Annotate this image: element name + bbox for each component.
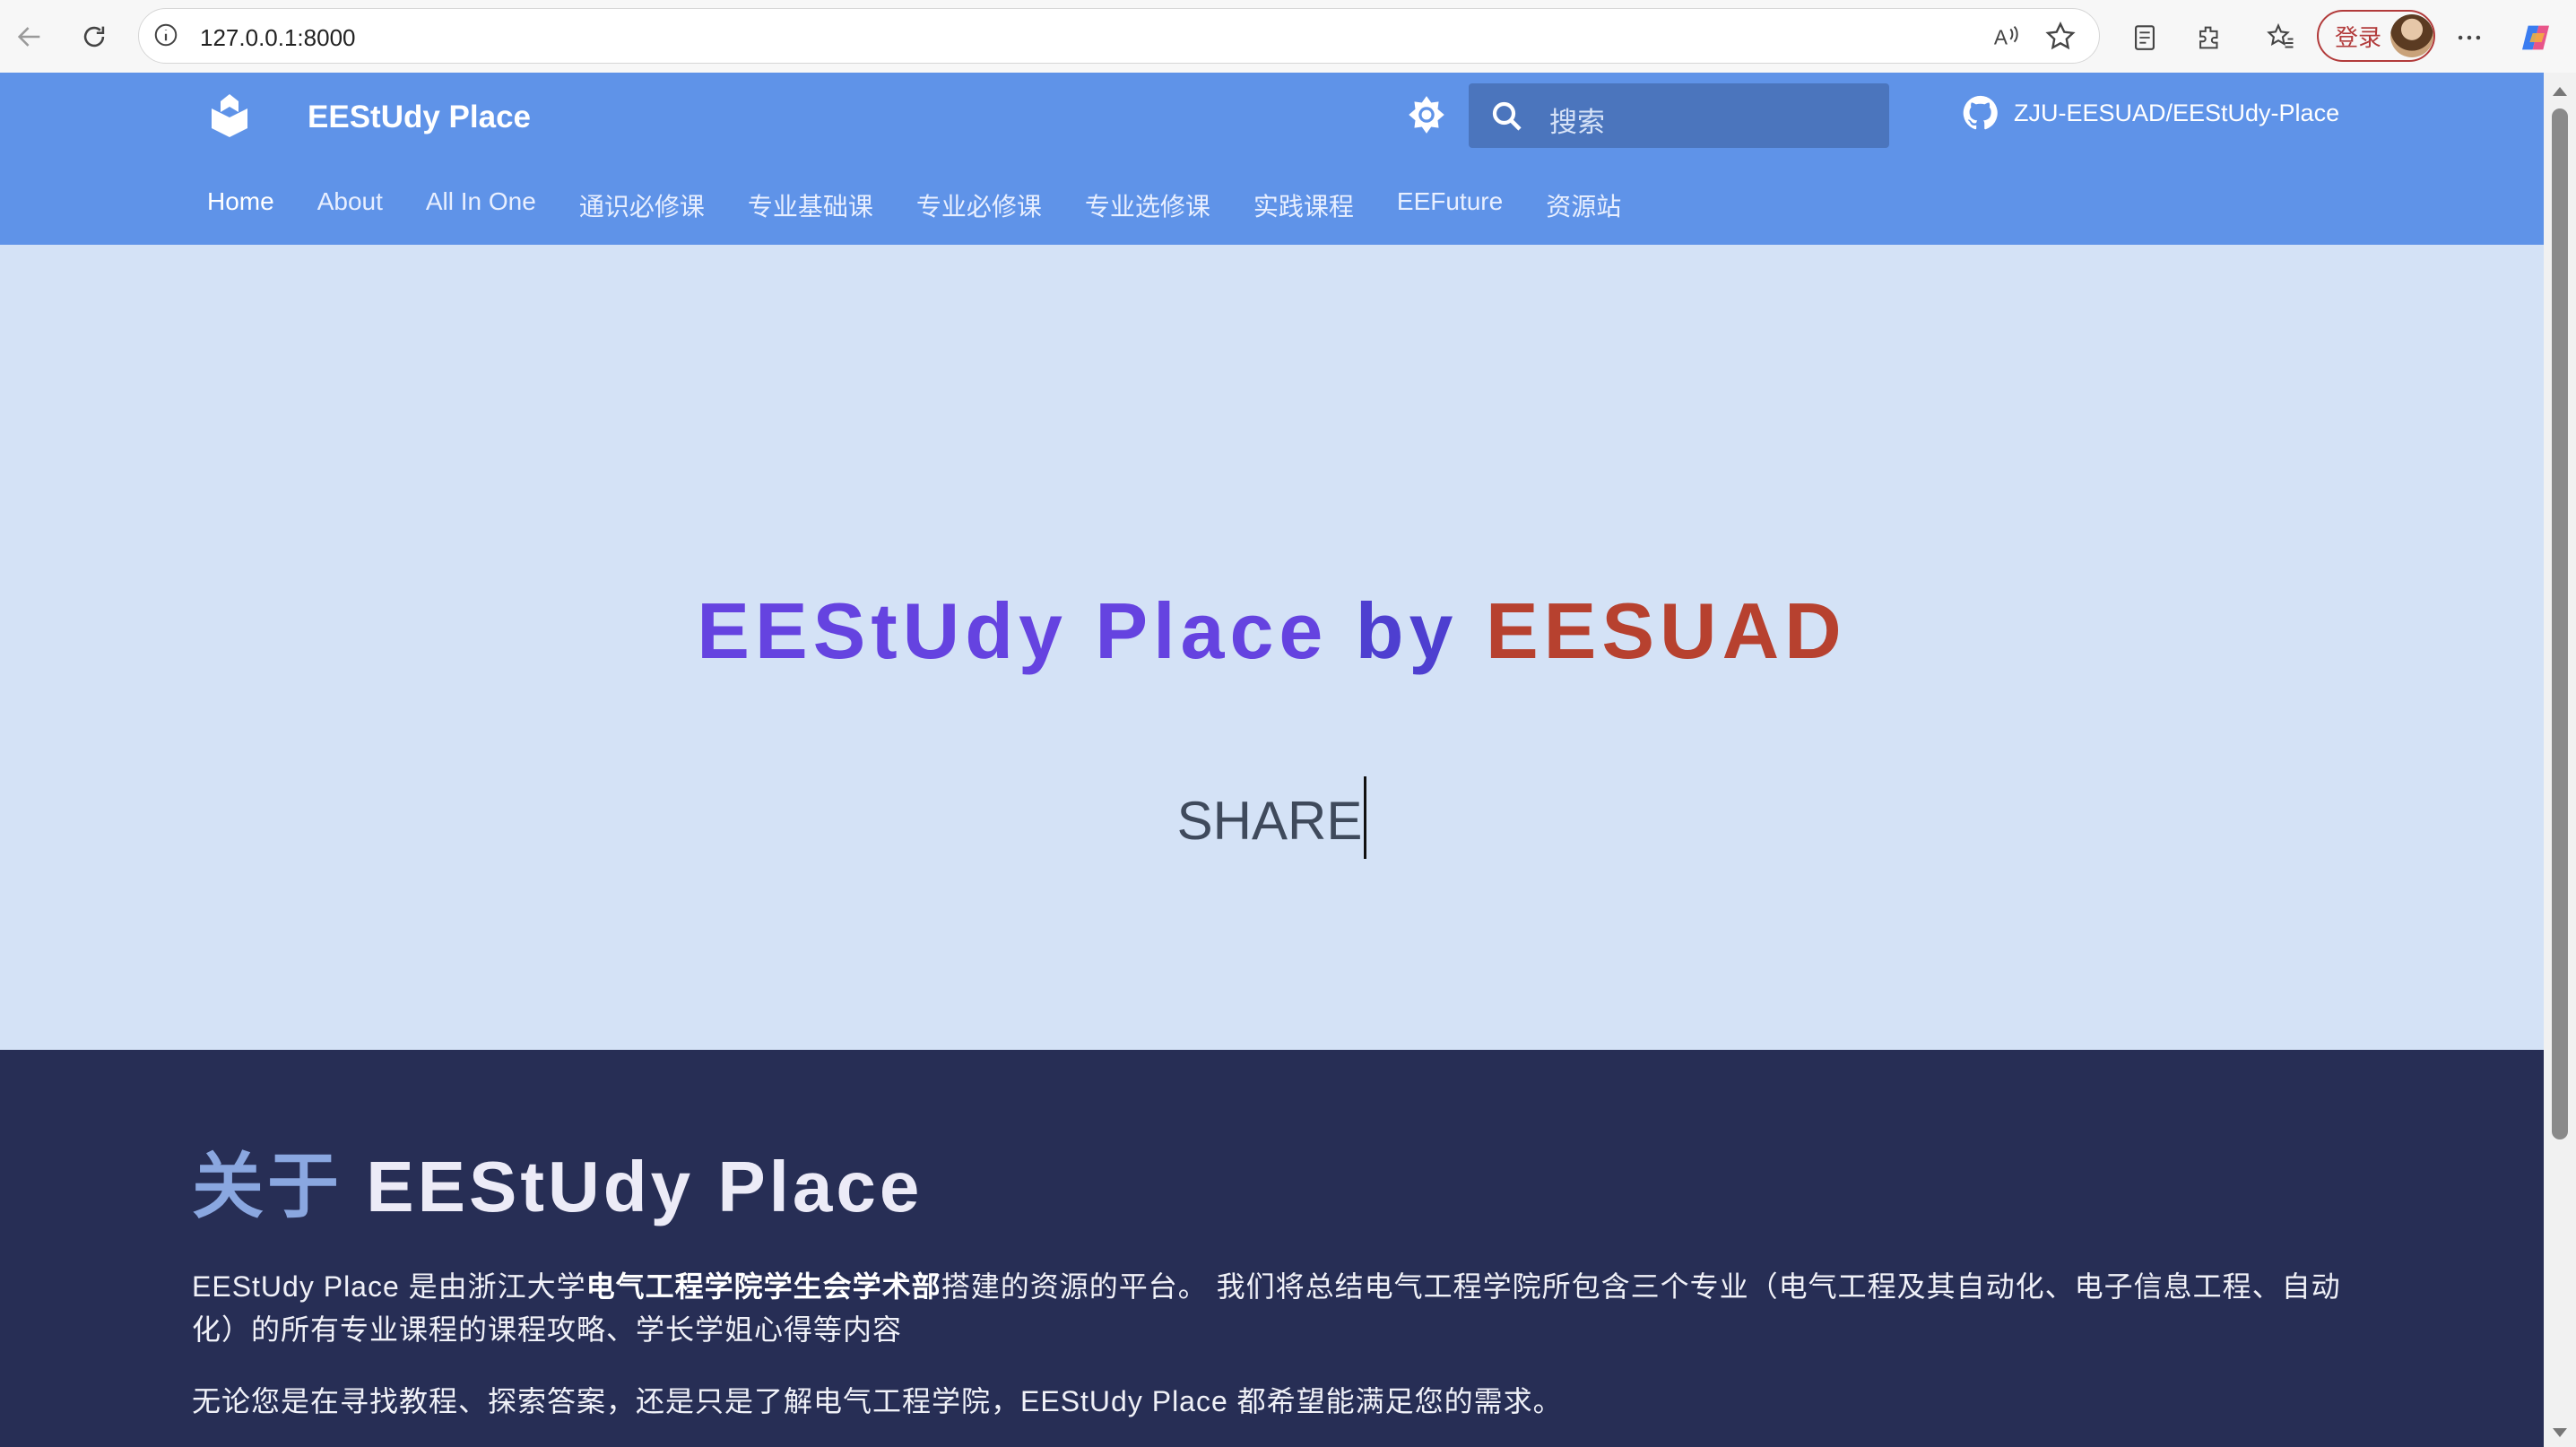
- hero-title-org: EESUAD: [1485, 586, 1847, 675]
- reload-button[interactable]: [72, 14, 117, 59]
- login-label: 登录: [2335, 23, 2382, 51]
- tab-home[interactable]: Home: [207, 187, 274, 223]
- scrollbar-thumb[interactable]: [2552, 108, 2568, 1139]
- search-icon: [1492, 101, 1522, 131]
- typed-word: SHARE: [1176, 790, 1363, 851]
- more-menu-icon[interactable]: [2451, 20, 2487, 56]
- about-heading: 关于 EEStUdy Place: [192, 1129, 923, 1233]
- book-logo-icon[interactable]: [208, 91, 251, 143]
- scroll-up-arrow[interactable]: [2553, 87, 2567, 96]
- hero-title-site: EEStUdy Place: [697, 586, 1329, 675]
- github-icon: [1963, 95, 1998, 130]
- tab-major-basic[interactable]: 专业基础课: [748, 187, 873, 223]
- about-p1-bold: 电气工程学院学生会学术部: [585, 1270, 941, 1303]
- copilot-icon[interactable]: [2518, 20, 2554, 56]
- page-viewport: EEStUdy Place 搜索 ZJU-EESUAD/EEStUdy-Plac…: [0, 73, 2544, 1447]
- about-paragraph-2: 无论您是在寻找教程、探索答案，还是只是了解电气工程学院，EEStUdy Plac…: [192, 1385, 1563, 1417]
- hero-title: EEStUdy Place by EESUAD: [0, 585, 2544, 677]
- about-p1-start: EEStUdy Place 是由浙江大学: [192, 1270, 586, 1303]
- tab-practice[interactable]: 实践课程: [1253, 187, 1354, 223]
- tab-about[interactable]: About: [317, 187, 383, 223]
- reading-view-icon[interactable]: [2127, 20, 2163, 56]
- back-button[interactable]: [7, 14, 52, 59]
- tab-major-elective[interactable]: 专业选修课: [1085, 187, 1210, 223]
- about-paragraph-1: EEStUdy Place 是由浙江大学电气工程学院学生会学术部搭建的资源的平台…: [192, 1265, 2362, 1351]
- about-heading-name: EEStUdy Place: [366, 1147, 924, 1226]
- favorites-icon[interactable]: [2263, 20, 2299, 56]
- site-brand[interactable]: EEStUdy Place: [308, 100, 531, 135]
- typed-text: SHARE: [0, 776, 2544, 866]
- page-scrollbar[interactable]: [2544, 73, 2576, 1447]
- tab-resources[interactable]: 资源站: [1546, 187, 1621, 223]
- site-header: EEStUdy Place 搜索 ZJU-EESUAD/EEStUdy-Plac…: [0, 73, 2544, 245]
- tab-all-in-one[interactable]: All In One: [426, 187, 536, 223]
- primary-tabs: Home About All In One 通识必修课 专业基础课 专业必修课 …: [207, 187, 1664, 223]
- about-section: 关于 EEStUdy Place EEStUdy Place 是由浙江大学电气工…: [0, 1050, 2544, 1447]
- browser-toolbar: 127.0.0.1:8000 A 登录: [0, 0, 2576, 73]
- scroll-down-arrow[interactable]: [2553, 1428, 2567, 1437]
- tab-major-required[interactable]: 专业必修课: [916, 187, 1042, 223]
- search-placeholder: 搜索: [1549, 107, 1605, 138]
- url-text[interactable]: 127.0.0.1:8000: [200, 24, 356, 52]
- extensions-icon[interactable]: [2191, 20, 2227, 56]
- arrow-left-icon: [17, 27, 40, 47]
- repo-link[interactable]: ZJU-EESUAD/EEStUdy-Place: [1960, 92, 2339, 134]
- tab-eefuture[interactable]: EEFuture: [1397, 187, 1503, 223]
- reload-icon: [83, 26, 105, 48]
- about-heading-prefix: 关于: [192, 1147, 343, 1226]
- hero-title-by: by: [1355, 586, 1459, 675]
- theme-toggle-button[interactable]: [1404, 92, 1449, 142]
- profile-login-button[interactable]: 登录: [2317, 10, 2435, 62]
- typing-caret: [1364, 776, 1367, 859]
- search-input[interactable]: 搜索: [1469, 83, 1889, 148]
- address-bar[interactable]: 127.0.0.1:8000 A: [138, 8, 2100, 64]
- hero-section: EEStUdy Place by EESUAD SHARE: [0, 245, 2544, 1050]
- info-icon[interactable]: [152, 22, 179, 48]
- brightness-icon: [1409, 96, 1444, 134]
- svg-text:A: A: [1994, 26, 2008, 49]
- tab-general-required[interactable]: 通识必修课: [579, 187, 705, 223]
- repo-name: ZJU-EESUAD/EEStUdy-Place: [2014, 99, 2340, 126]
- read-aloud-icon[interactable]: A: [1991, 22, 2022, 52]
- avatar: [2390, 14, 2433, 57]
- favorite-star-icon[interactable]: [2043, 20, 2077, 54]
